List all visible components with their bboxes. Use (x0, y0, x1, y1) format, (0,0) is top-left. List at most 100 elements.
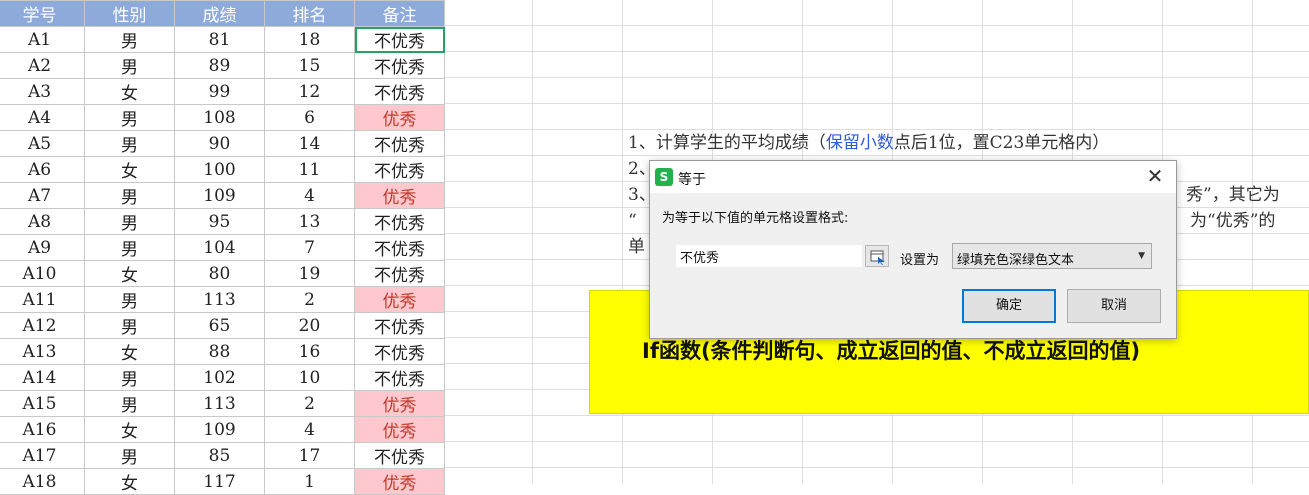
score-cell[interactable]: 100 (174, 156, 265, 183)
remark-cell[interactable]: 不优秀 (354, 234, 445, 261)
score-cell[interactable]: 88 (174, 338, 265, 365)
score-cell[interactable]: 113 (174, 286, 265, 313)
score-cell[interactable]: 99 (174, 78, 265, 105)
rank-cell[interactable]: 14 (264, 130, 355, 157)
rank-cell[interactable]: 16 (264, 338, 355, 365)
remark-cell[interactable]: 不优秀 (354, 312, 445, 339)
student-id-cell[interactable]: A15 (0, 390, 85, 417)
dialog-titlebar[interactable] (650, 161, 1176, 193)
cancel-button[interactable]: 取消 (1067, 289, 1161, 323)
score-cell[interactable]: 113 (174, 390, 265, 417)
rank-cell[interactable]: 4 (264, 182, 355, 209)
remark-cell[interactable]: 不优秀 (354, 338, 445, 365)
gender-cell[interactable]: 女 (84, 468, 175, 495)
student-id-cell[interactable]: A7 (0, 182, 85, 209)
rank-cell[interactable]: 2 (264, 390, 355, 417)
column-header[interactable]: 性别 (84, 0, 175, 27)
format-dropdown[interactable]: 绿填充色深绿色文本 ▼ (952, 243, 1152, 269)
gender-cell[interactable]: 男 (84, 104, 175, 131)
remark-cell[interactable]: 不优秀 (354, 364, 445, 391)
remark-cell[interactable]: 优秀 (354, 468, 445, 495)
score-cell[interactable]: 81 (174, 26, 265, 53)
remark-cell[interactable]: 不优秀 (354, 52, 445, 79)
score-cell[interactable]: 104 (174, 234, 265, 261)
student-id-cell[interactable]: A11 (0, 286, 85, 313)
student-id-cell[interactable]: A6 (0, 156, 85, 183)
gender-cell[interactable]: 男 (84, 364, 175, 391)
score-cell[interactable]: 117 (174, 468, 265, 495)
student-id-cell[interactable]: A8 (0, 208, 85, 235)
rank-cell[interactable]: 18 (264, 26, 355, 53)
rank-cell[interactable]: 10 (264, 364, 355, 391)
rank-cell[interactable]: 12 (264, 78, 355, 105)
student-id-cell[interactable]: A1 (0, 26, 85, 53)
column-header[interactable]: 学号 (0, 0, 85, 27)
remark-cell[interactable]: 优秀 (354, 104, 445, 131)
close-icon[interactable]: ✕ (1144, 165, 1166, 187)
rank-cell[interactable]: 2 (264, 286, 355, 313)
remark-cell[interactable]: 优秀 (354, 390, 445, 417)
score-cell[interactable]: 109 (174, 416, 265, 443)
column-header[interactable]: 成绩 (174, 0, 265, 27)
gender-cell[interactable]: 男 (84, 234, 175, 261)
rank-cell[interactable]: 17 (264, 442, 355, 469)
rank-cell[interactable]: 13 (264, 208, 355, 235)
remark-cell[interactable]: 不优秀 (354, 208, 445, 235)
remark-cell[interactable]: 不优秀 (354, 442, 445, 469)
gender-cell[interactable]: 女 (84, 260, 175, 287)
gender-cell[interactable]: 男 (84, 52, 175, 79)
remark-cell[interactable]: 不优秀 (354, 26, 445, 53)
gender-cell[interactable]: 女 (84, 338, 175, 365)
gender-cell[interactable]: 男 (84, 442, 175, 469)
cell-picker-button[interactable] (865, 245, 889, 267)
gender-cell[interactable]: 女 (84, 156, 175, 183)
gender-cell[interactable]: 女 (84, 416, 175, 443)
student-id-cell[interactable]: A13 (0, 338, 85, 365)
student-id-cell[interactable]: A12 (0, 312, 85, 339)
score-cell[interactable]: 95 (174, 208, 265, 235)
rank-cell[interactable]: 7 (264, 234, 355, 261)
student-id-cell[interactable]: A17 (0, 442, 85, 469)
column-header[interactable]: 排名 (264, 0, 355, 27)
remark-cell[interactable]: 不优秀 (354, 156, 445, 183)
score-cell[interactable]: 109 (174, 182, 265, 209)
value-input[interactable] (676, 245, 862, 267)
rank-cell[interactable]: 20 (264, 312, 355, 339)
rank-cell[interactable]: 15 (264, 52, 355, 79)
remark-cell[interactable]: 优秀 (354, 286, 445, 313)
gender-cell[interactable]: 男 (84, 130, 175, 157)
student-id-cell[interactable]: A9 (0, 234, 85, 261)
remark-cell[interactable]: 不优秀 (354, 260, 445, 287)
ok-button[interactable]: 确定 (962, 289, 1056, 323)
student-id-cell[interactable]: A18 (0, 468, 85, 495)
gender-cell[interactable]: 男 (84, 182, 175, 209)
gender-cell[interactable]: 男 (84, 286, 175, 313)
student-id-cell[interactable]: A4 (0, 104, 85, 131)
rank-cell[interactable]: 1 (264, 468, 355, 495)
gender-cell[interactable]: 女 (84, 78, 175, 105)
score-cell[interactable]: 85 (174, 442, 265, 469)
student-id-cell[interactable]: A2 (0, 52, 85, 79)
gender-cell[interactable]: 男 (84, 390, 175, 417)
student-id-cell[interactable]: A3 (0, 78, 85, 105)
remark-cell[interactable]: 优秀 (354, 182, 445, 209)
rank-cell[interactable]: 11 (264, 156, 355, 183)
student-id-cell[interactable]: A14 (0, 364, 85, 391)
gender-cell[interactable]: 男 (84, 26, 175, 53)
score-cell[interactable]: 102 (174, 364, 265, 391)
remark-cell[interactable]: 不优秀 (354, 78, 445, 105)
gender-cell[interactable]: 男 (84, 312, 175, 339)
rank-cell[interactable]: 6 (264, 104, 355, 131)
score-cell[interactable]: 90 (174, 130, 265, 157)
student-id-cell[interactable]: A5 (0, 130, 85, 157)
score-cell[interactable]: 108 (174, 104, 265, 131)
column-header[interactable]: 备注 (354, 0, 445, 27)
gender-cell[interactable]: 男 (84, 208, 175, 235)
rank-cell[interactable]: 19 (264, 260, 355, 287)
score-cell[interactable]: 65 (174, 312, 265, 339)
score-cell[interactable]: 89 (174, 52, 265, 79)
rank-cell[interactable]: 4 (264, 416, 355, 443)
score-cell[interactable]: 80 (174, 260, 265, 287)
student-id-cell[interactable]: A10 (0, 260, 85, 287)
remark-cell[interactable]: 不优秀 (354, 130, 445, 157)
